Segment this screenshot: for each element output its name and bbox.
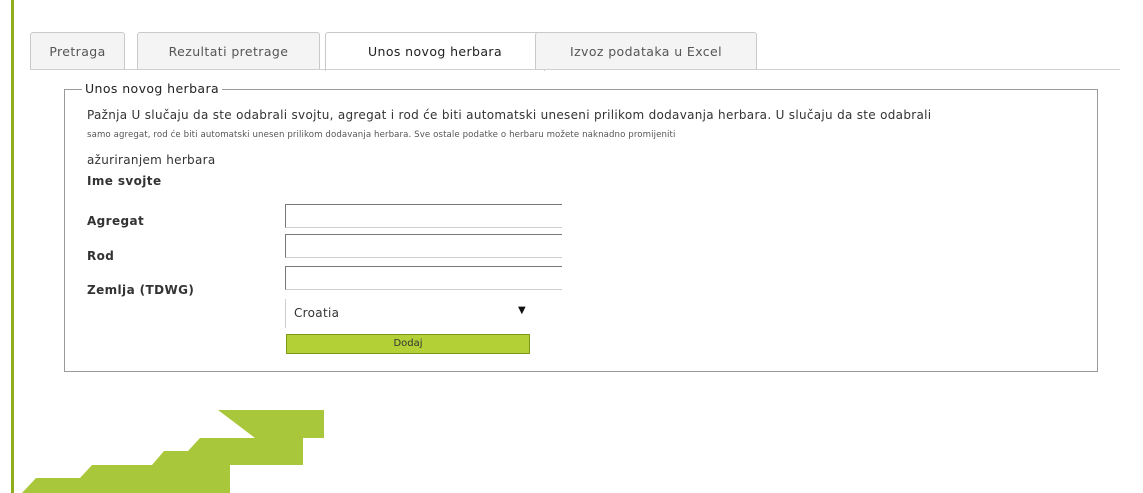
arrow-up-right-icon bbox=[22, 410, 324, 493]
